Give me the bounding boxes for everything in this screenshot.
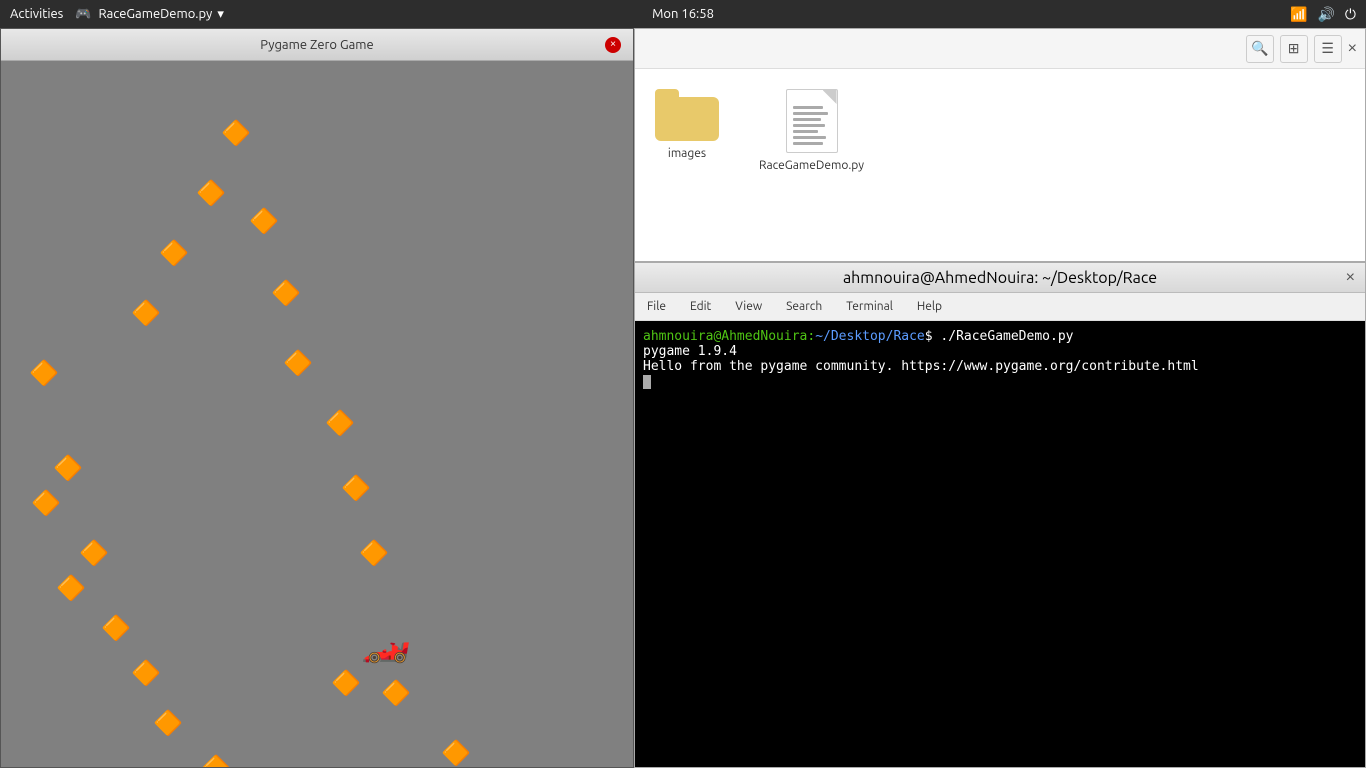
textfile-line-4 (793, 124, 825, 127)
cone-13: 🔶 (56, 576, 86, 600)
cone-5: 🔶 (283, 351, 313, 375)
terminal-close-button[interactable]: × (1346, 269, 1355, 287)
cone-14: 🔶 (101, 616, 131, 640)
game-close-button[interactable]: × (605, 37, 621, 53)
terminal-titlebar: ahmnouira@AhmedNouira: ~/Desktop/Race × (635, 263, 1365, 293)
race-car: 🏎️ (361, 621, 411, 661)
app-icon: 🎮 (75, 7, 91, 21)
filemanager-toolbar: 🔍 ⊞ ☰ × (635, 29, 1365, 69)
cone-4: 🔶 (271, 281, 301, 305)
file-item-images-label: images (668, 147, 706, 160)
textfile-line-3 (793, 118, 821, 121)
terminal-prompt-user: ahmnouira@AhmedNouira: (643, 329, 815, 344)
terminal-command: $ ./RaceGameDemo.py (925, 329, 1074, 344)
wifi-icon: 📶 (1290, 6, 1307, 23)
textfile-line-1 (793, 106, 823, 109)
folder-body (655, 97, 719, 141)
terminal-prompt-line: ahmnouira@AhmedNouira:~/Desktop/Race$ ./… (643, 329, 1357, 344)
cone-car-1: 🔶 (381, 681, 411, 705)
cone-15: 🔶 (131, 661, 161, 685)
cone-6: 🔶 (325, 411, 355, 435)
cone-2: 🔶 (196, 181, 226, 205)
system-bar-right: 📶 🔊 ⏻ (1290, 6, 1356, 23)
power-icon[interactable]: ⏻ (1345, 6, 1356, 23)
terminal-content[interactable]: ahmnouira@AhmedNouira:~/Desktop/Race$ ./… (635, 321, 1365, 767)
cone-12: 🔶 (79, 541, 109, 565)
app-name[interactable]: RaceGameDemo.py (99, 7, 213, 21)
file-item-racegamedemo-label: RaceGameDemo.py (759, 159, 864, 172)
terminal-menu-terminal[interactable]: Terminal (842, 298, 897, 315)
app-indicator: 🎮 RaceGameDemo.py ▾ (75, 7, 224, 22)
clock-label: Mon 16:58 (652, 7, 714, 21)
terminal-prompt-path: ~/Desktop/Race (815, 329, 925, 344)
filemanager-view-button[interactable]: ⊞ (1280, 35, 1308, 63)
terminal-title: ahmnouira@AhmedNouira: ~/Desktop/Race (843, 269, 1157, 287)
textfile-icon (786, 89, 838, 153)
filemanager-close-button[interactable]: × (1348, 40, 1357, 58)
cone-18: 🔶 (441, 741, 471, 765)
cone-1: 🔶 (221, 121, 251, 145)
textfile-line-5 (793, 130, 818, 133)
terminal-output-line1: pygame 1.9.4 (643, 344, 1357, 359)
file-item-images[interactable]: images (655, 89, 719, 160)
terminal-menu-search[interactable]: Search (782, 298, 826, 315)
textfile-line-6 (793, 136, 826, 139)
terminal-menubar: File Edit View Search Terminal Help (635, 293, 1365, 321)
terminal-menu-edit[interactable]: Edit (686, 298, 715, 315)
sound-icon: 🔊 (1317, 6, 1334, 23)
game-canvas: 🔶 🔶 🔶 🔶 🔶 🔶 🔶 🔶 🔶 🔶 🔶 🔶 🔶 🔶 🔶 🔶 🔶 🔶 🔶 🔶 … (1, 61, 633, 767)
cone-7: 🔶 (341, 476, 371, 500)
cone-17: 🔶 (201, 756, 231, 767)
textfile-lines (787, 90, 837, 151)
cone-9: 🔶 (29, 361, 59, 385)
filemanager-menu-button[interactable]: ☰ (1314, 35, 1342, 63)
filemanager-search-button[interactable]: 🔍 (1246, 35, 1274, 63)
terminal-menu-view[interactable]: View (731, 298, 766, 315)
system-bar-left: Activities 🎮 RaceGameDemo.py ▾ (10, 7, 224, 22)
folder-icon (655, 89, 719, 141)
system-bar: Activities 🎮 RaceGameDemo.py ▾ Mon 16:58… (0, 0, 1366, 28)
game-title: Pygame Zero Game (11, 38, 623, 52)
file-item-racegamedemo[interactable]: RaceGameDemo.py (759, 89, 864, 172)
cone-16: 🔶 (153, 711, 183, 735)
cone-3: 🔶 (249, 209, 279, 233)
dropdown-arrow-icon[interactable]: ▾ (217, 7, 224, 21)
cone-10: 🔶 (53, 456, 83, 480)
terminal-menu-file[interactable]: File (643, 298, 670, 315)
cone-8: 🔶 (359, 541, 389, 565)
cone-20: 🔶 (131, 301, 161, 325)
activities-label[interactable]: Activities (10, 7, 63, 21)
terminal-cursor (643, 375, 651, 389)
textfile-line-2 (793, 112, 828, 115)
game-titlebar: Pygame Zero Game × (1, 29, 633, 61)
textfile-line-7 (793, 142, 823, 145)
terminal-menu-help[interactable]: Help (913, 298, 946, 315)
terminal-window: ahmnouira@AhmedNouira: ~/Desktop/Race × … (634, 262, 1366, 768)
terminal-cursor-line (643, 374, 1357, 389)
cone-19: 🔶 (159, 241, 189, 265)
filemanager-content: images RaceGameDemo.py (635, 69, 1365, 261)
cone-11: 🔶 (31, 491, 61, 515)
cone-car-2: 🔶 (331, 671, 361, 695)
system-bar-clock: Mon 16:58 (652, 7, 714, 21)
game-window: Pygame Zero Game × 🔶 🔶 🔶 🔶 🔶 🔶 🔶 🔶 🔶 🔶 🔶… (0, 28, 634, 768)
filemanager-window: 🔍 ⊞ ☰ × images (634, 28, 1366, 262)
terminal-output-line2: Hello from the pygame community. https:/… (643, 359, 1357, 374)
